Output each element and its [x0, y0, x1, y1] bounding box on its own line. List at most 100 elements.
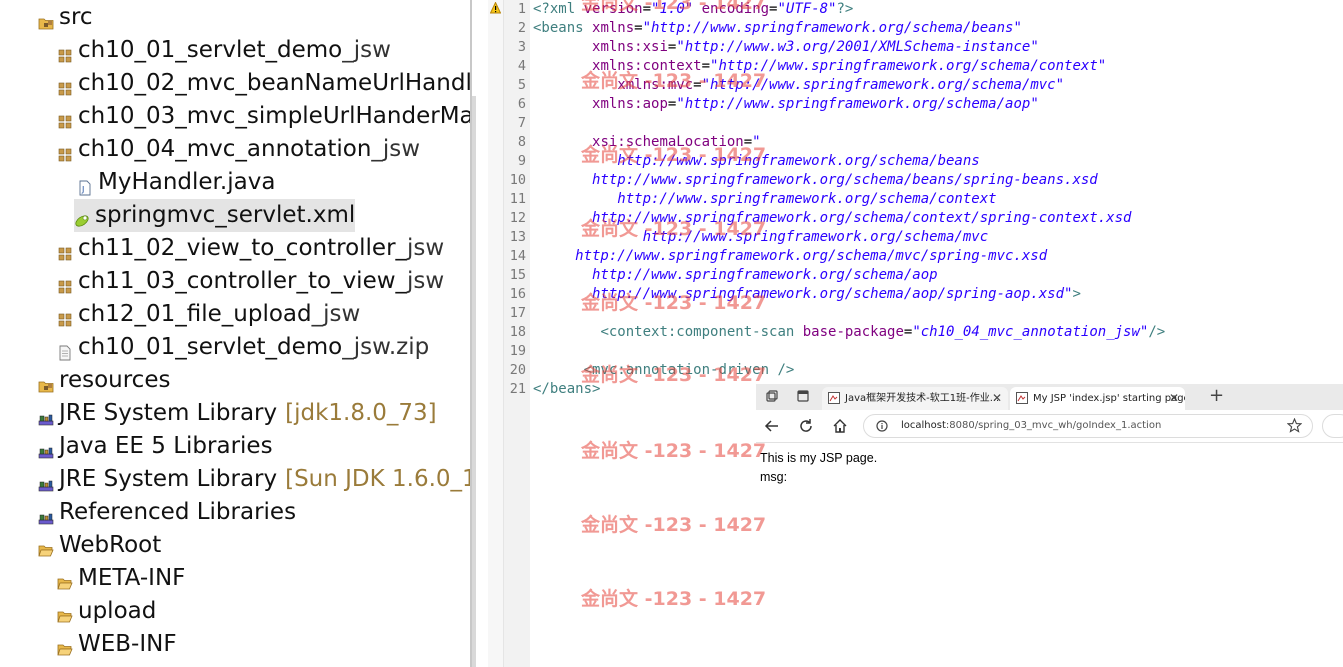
tree-item[interactable]: WebRoot [38, 529, 161, 562]
profile-button[interactable] [1322, 414, 1343, 438]
code-line[interactable]: http://www.springframework.org/schema/co… [533, 209, 1131, 228]
line-number: 14 [509, 248, 526, 264]
tree-item[interactable]: JRE System Library [Sun JDK 1.6.0_13 [38, 463, 470, 496]
code-token: xmlns:aop [592, 96, 668, 112]
back-arrow-icon[interactable] [763, 417, 781, 435]
tree-item[interactable]: J MyHandler.java [77, 166, 275, 199]
tree-item[interactable]: ch10_01_servlet_demo_jsw.zip [57, 331, 429, 364]
code-token: http://www.springframework.org/schema/be… [533, 172, 1098, 188]
line-number: 13 [509, 229, 526, 245]
code-line[interactable]: <?xml version="1.0" encoding="UTF-8"?> [533, 0, 853, 19]
package-icon [57, 41, 73, 62]
tree-item-suffix: _jsw [311, 301, 361, 327]
page-msg-label: msg: [760, 470, 788, 484]
tab-java-course[interactable]: Java框架开发技术-软工1班-作业... ✕ [822, 387, 1008, 410]
code-line[interactable]: <context:component-scan base-package="ch… [533, 323, 1165, 342]
address-bar[interactable]: localhost:8080/spring_03_mvc_wh/goIndex_… [863, 414, 1313, 438]
package-icon [57, 107, 73, 128]
library-icon [38, 437, 54, 458]
tree-item[interactable]: ch10_01_servlet_demo_jsw [57, 34, 391, 67]
code-token: xsi:schemaLocation [592, 134, 744, 150]
library-icon [38, 404, 54, 425]
panel-gap [476, 0, 488, 667]
code-token: = [693, 77, 702, 93]
folder-src-icon [38, 8, 54, 29]
browser-tab-bar: Java框架开发技术-软工1班-作业... ✕ My JSP 'index.js… [756, 384, 1343, 410]
tree-item[interactable]: META-INF [57, 562, 185, 595]
code-line[interactable]: </beans> [533, 380, 600, 399]
tree-item[interactable]: upload [57, 595, 156, 628]
svg-text:J: J [81, 185, 84, 194]
tree-item[interactable]: ch10_03_mvc_simpleUrlHanderMap [57, 100, 470, 133]
code-line[interactable]: http://www.springframework.org/schema/mv… [533, 247, 1047, 266]
code-line[interactable]: xmlns:mvc="http://www.springframework.or… [533, 76, 1064, 95]
tree-item-label: resources [59, 367, 171, 393]
code-token: "UTF-8" [777, 1, 837, 17]
tree-item[interactable]: Referenced Libraries [38, 496, 296, 529]
code-token: xmlns:mvc [617, 77, 694, 93]
line-number: 5 [517, 77, 526, 93]
xml-editor[interactable]: 1 2 3 4 5 6 7 8 9 10 11 12 13 14 15 16 17 18 19 20 21 <?xml … [488, 0, 1343, 667]
code-token: xmlns:xsi [592, 39, 668, 55]
url-path: :8080/spring_03_mvc_wh/goIndex_1.action [945, 420, 1162, 431]
code-line[interactable]: http://www.springframework.org/schema/be… [533, 171, 1098, 190]
code-token: <beans [533, 20, 593, 36]
line-number: 7 [517, 115, 526, 131]
tree-item-suffix: _jsw [371, 136, 421, 162]
tree-item[interactable]: WEB-INF [57, 628, 177, 661]
tree-item-label: src [59, 4, 93, 30]
tab-title: Java框架开发技术-软工1班-作业... [845, 393, 1000, 404]
code-token: /> [1148, 324, 1166, 340]
warning-icon[interactable] [490, 2, 501, 14]
package-icon [57, 74, 73, 95]
tab-jsp-page[interactable]: My JSP 'index.jsp' starting page ✕ [1010, 387, 1185, 410]
tree-item[interactable]: ch12_01_file_upload_jsw [57, 298, 360, 331]
line-number: 15 [509, 267, 526, 283]
tree-item[interactable]: ch10_04_mvc_annotation_jsw [57, 133, 420, 166]
tree-item[interactable]: resources [38, 364, 170, 397]
code-line[interactable]: xsi:schemaLocation=" [533, 133, 761, 152]
tree-item-suffix: _jsw.zip [342, 334, 430, 360]
tree-item[interactable]: Java EE 5 Libraries [38, 430, 273, 463]
tree-item-suffix: jsw [407, 268, 445, 294]
workspaces-icon[interactable] [765, 389, 779, 403]
tree-item-label: JRE System Library [59, 400, 278, 426]
tree-item-label: Referenced Libraries [59, 499, 297, 525]
url-text: localhost:8080/spring_03_mvc_wh/goIndex_… [901, 415, 1161, 437]
tree-item-label: ch12_01_file_upload [78, 301, 312, 327]
code-token: xmlns [592, 20, 635, 36]
site-info-icon[interactable] [876, 420, 888, 432]
tab-close-icon[interactable]: ✕ [1169, 387, 1179, 410]
browser-window[interactable]: Java框架开发技术-软工1班-作业... ✕ My JSP 'index.js… [756, 384, 1343, 494]
code-line[interactable]: http://www.springframework.org/schema/be… [533, 152, 980, 171]
tree-item[interactable]: ch11_02_view_to_controller_jsw [57, 232, 444, 265]
tab-actions-icon[interactable] [796, 389, 810, 403]
tree-item[interactable]: ch10_02_mvc_beanNameUrlHandle [57, 67, 470, 100]
tab-close-icon[interactable]: ✕ [992, 387, 1002, 410]
favorite-star-icon[interactable] [1287, 418, 1302, 433]
code-line[interactable]: <mvc:annotation-driven /> [533, 361, 795, 380]
new-tab-button[interactable]: + [1209, 385, 1224, 406]
tree-item[interactable]: src [38, 1, 93, 34]
code-token: http://www.springframework.org/schema/be… [533, 153, 980, 169]
home-icon[interactable] [831, 417, 849, 435]
browser-page-content: This is my JSP page. msg: [756, 443, 1343, 494]
tree-item-decoration: [Sun JDK 1.6.0_13 [285, 466, 470, 492]
line-number: 20 [509, 362, 526, 378]
code-line[interactable]: http://www.springframework.org/schema/mv… [533, 228, 989, 247]
refresh-icon[interactable] [797, 417, 815, 435]
code-line[interactable]: xmlns:context="http://www.springframewor… [533, 57, 1106, 76]
tree-item[interactable]: JRE System Library [jdk1.8.0_73] [38, 397, 437, 430]
code-line[interactable]: http://www.springframework.org/schema/ao… [533, 285, 1081, 304]
code-line[interactable]: <beans xmlns="http://www.springframework… [533, 19, 1022, 38]
code-line[interactable]: http://www.springframework.org/schema/co… [533, 190, 996, 209]
code-line[interactable]: http://www.springframework.org/schema/ao… [533, 266, 938, 285]
folder-open-icon [57, 635, 73, 655]
code-line[interactable]: xmlns:aop="http://www.springframework.or… [533, 95, 1039, 114]
code-line[interactable]: xmlns:xsi="http://www.w3.org/2001/XMLSch… [533, 38, 1039, 57]
tree-item[interactable]: springmvc_servlet.xml [74, 199, 356, 232]
browser-nav-bar: localhost:8080/spring_03_mvc_wh/goIndex_… [756, 410, 1343, 443]
package-icon [57, 272, 73, 293]
tree-item[interactable]: ch11_03_controller_to_view_jsw [57, 265, 444, 298]
